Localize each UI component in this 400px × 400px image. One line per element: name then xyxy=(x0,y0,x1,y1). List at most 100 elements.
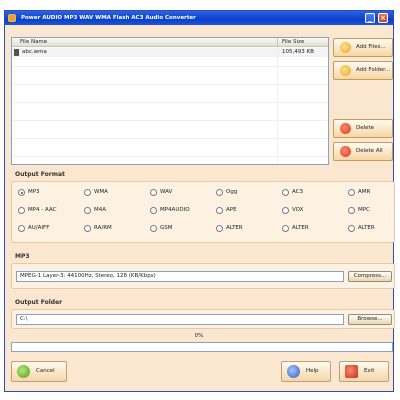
radio-button[interactable] xyxy=(282,189,289,196)
radio-button[interactable] xyxy=(150,225,157,232)
radio-label: MPC xyxy=(358,207,370,213)
radio-label: RA/RM xyxy=(94,225,112,231)
column-gridline xyxy=(277,47,278,164)
radio-button[interactable] xyxy=(348,207,355,214)
title-bar[interactable]: Power AUDIO MP3 WAV WMA Flash AC3 Audio … xyxy=(5,11,393,25)
delete-all-icon xyxy=(340,146,351,157)
radio-label: MP4 - AAC xyxy=(28,207,57,213)
format-radio-amr[interactable]: AMR xyxy=(348,188,400,197)
cancel-label: Cancel xyxy=(36,368,55,374)
radio-label: AMR xyxy=(358,189,371,195)
output-folder-input[interactable]: C:\ xyxy=(16,314,344,325)
file-name: abc.wma xyxy=(22,49,47,55)
radio-label: AU/AIFF xyxy=(28,225,50,231)
radio-button[interactable] xyxy=(18,225,25,232)
radio-button[interactable] xyxy=(348,225,355,232)
exit-label: Exit xyxy=(364,368,375,374)
add-folder-icon xyxy=(340,65,351,76)
radio-button[interactable] xyxy=(18,189,25,196)
format-radio-ac3[interactable]: AC3 xyxy=(282,188,344,197)
delete-label: Delete xyxy=(356,125,375,131)
minimize-button[interactable]: _ xyxy=(365,13,375,23)
format-radio-mp3[interactable]: MP3 xyxy=(18,188,80,197)
radio-label: VOX xyxy=(292,207,304,213)
app-window: Power AUDIO MP3 WAV WMA Flash AC3 Audio … xyxy=(4,10,395,392)
exit-icon xyxy=(345,365,358,378)
row-gridline xyxy=(12,120,328,121)
radio-label: MP3 xyxy=(28,189,40,195)
audio-file-icon xyxy=(14,49,19,56)
radio-button[interactable] xyxy=(150,207,157,214)
help-icon xyxy=(287,365,300,378)
column-header-file-name[interactable]: File Name xyxy=(20,39,47,45)
row-gridline xyxy=(12,156,328,157)
radio-button[interactable] xyxy=(84,189,91,196)
radio-label: ALTER xyxy=(226,225,243,231)
delete-icon xyxy=(340,123,351,134)
row-gridline xyxy=(12,66,328,67)
file-size: 105,493 KB xyxy=(282,49,314,55)
column-header-file-size[interactable]: File Size xyxy=(282,39,304,45)
browse-button[interactable]: Browse... xyxy=(348,314,392,325)
cancel-icon xyxy=(17,365,30,378)
progress-bar xyxy=(11,342,393,352)
format-radio-wav[interactable]: WAV xyxy=(150,188,212,197)
row-gridline xyxy=(12,84,328,85)
file-list[interactable]: File Name File Size abc.wma 105,493 KB xyxy=(11,37,329,165)
format-radio-mp4audio[interactable]: MP4AUDIO xyxy=(150,206,212,215)
codec-panel: MPEG-1 Layer-3: 44100Hz, Stereo, 128 (KB… xyxy=(11,263,395,289)
radio-label: M4A xyxy=(94,207,107,213)
help-label: Help xyxy=(306,368,319,374)
add-files-button[interactable]: Add Files... xyxy=(333,38,393,57)
codec-settings-field[interactable]: MPEG-1 Layer-3: 44100Hz, Stereo, 128 (KB… xyxy=(16,271,344,282)
radio-button[interactable] xyxy=(282,225,289,232)
file-list-header: File Name File Size xyxy=(12,38,328,47)
output-format-label: Output Format xyxy=(15,171,65,178)
radio-button[interactable] xyxy=(84,225,91,232)
radio-button[interactable] xyxy=(84,207,91,214)
radio-button[interactable] xyxy=(216,225,223,232)
radio-label: ALTER xyxy=(358,225,375,231)
format-radio-gsm[interactable]: GSM xyxy=(150,224,212,233)
add-folder-label: Add Folder... xyxy=(356,67,391,73)
cancel-button[interactable]: Cancel xyxy=(11,361,67,382)
output-folder-panel: C:\ Browse... xyxy=(11,309,395,329)
radio-label: MP4AUDIO xyxy=(160,207,190,213)
row-gridline xyxy=(12,138,328,139)
radio-button[interactable] xyxy=(18,207,25,214)
format-radio-m4a[interactable]: M4A xyxy=(84,206,146,215)
column-divider[interactable] xyxy=(277,38,278,47)
format-radio-alter[interactable]: ALTER xyxy=(282,224,344,233)
radio-button[interactable] xyxy=(282,207,289,214)
radio-button[interactable] xyxy=(216,207,223,214)
radio-label: Ogg xyxy=(226,189,238,195)
format-radio-alter[interactable]: ALTER xyxy=(216,224,278,233)
radio-button[interactable] xyxy=(150,189,157,196)
format-radio-au-aiff[interactable]: AU/AIFF xyxy=(18,224,80,233)
add-files-icon xyxy=(340,42,351,53)
delete-all-button[interactable]: Delete All xyxy=(333,142,393,161)
exit-button[interactable]: Exit xyxy=(339,361,389,382)
format-radio-ogg[interactable]: Ogg xyxy=(216,188,278,197)
file-list-row[interactable]: abc.wma 105,493 KB xyxy=(12,48,328,57)
radio-button[interactable] xyxy=(348,189,355,196)
radio-button[interactable] xyxy=(216,189,223,196)
row-gridline xyxy=(12,102,328,103)
format-radio-mpc[interactable]: MPC xyxy=(348,206,400,215)
progress-percent: 0% xyxy=(194,333,204,339)
format-radio-ape[interactable]: APE xyxy=(216,206,278,215)
compress-button[interactable]: Compress... xyxy=(348,271,392,282)
output-folder-label: Output Folder xyxy=(15,299,63,306)
format-radio-wma[interactable]: WMA xyxy=(84,188,146,197)
add-folder-button[interactable]: Add Folder... xyxy=(333,61,393,80)
format-radio-ra-rm[interactable]: RA/RM xyxy=(84,224,146,233)
radio-label: WMA xyxy=(94,189,108,195)
format-radio-vox[interactable]: VOX xyxy=(282,206,344,215)
delete-button[interactable]: Delete xyxy=(333,119,393,138)
window-title: Power AUDIO MP3 WAV WMA Flash AC3 Audio … xyxy=(21,15,196,21)
help-button[interactable]: Help xyxy=(281,361,331,382)
radio-label: APE xyxy=(226,207,237,213)
format-radio-mp4-aac[interactable]: MP4 - AAC xyxy=(18,206,80,215)
format-radio-alter[interactable]: ALTER xyxy=(348,224,400,233)
close-button[interactable]: × xyxy=(378,13,388,23)
